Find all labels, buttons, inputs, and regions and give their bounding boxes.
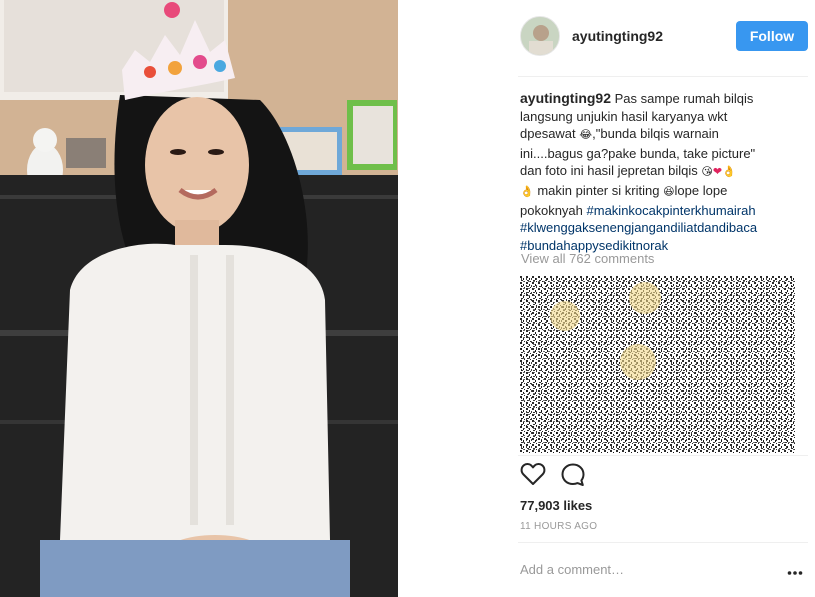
add-comment-input[interactable] [520,558,780,580]
grin-emoji-icon: 😆 [663,185,675,198]
photo-illustration [0,0,398,597]
caption-text: langsung unjukin hasil karyanya wkt [520,108,728,124]
speech-bubble-icon [561,463,585,486]
laugh-emoji-icon: 😂 [579,129,593,142]
caption-line: 👌 makin pinter si kriting 😆lope lope [520,182,788,202]
ok-hand-emoji-icon: 👌 [520,185,534,198]
avatar-image [521,17,559,55]
post-header: ayutingting92 Follow [520,16,808,60]
caption-line: dan foto ini hasil jepretan bilqis 😘❤👌 [520,162,788,182]
post-timestamp[interactable]: 11 HOURS AGO [520,521,597,532]
caption-text: ini....bagus ga?pake bunda, take picture… [520,145,756,161]
caption-text: pokoknyah [520,202,583,218]
caption-username[interactable]: ayutingting92 [520,90,611,106]
caption-text: dan foto ini hasil jepretan bilqis [520,163,698,179]
comments-noise [520,276,795,453]
caption-text: lope lope [674,182,728,198]
hashtag-link[interactable]: #makinkocakpinterkhumairah [587,203,756,218]
kiss-emoji-icon: 😘 [701,166,713,179]
post-side-panel: ayutingting92 Follow ayutingting92 Pas s… [398,0,815,597]
caption-text: dpesawat [520,126,576,142]
heart-icon [520,463,546,485]
view-all-comments-link[interactable]: View all 762 comments [521,251,654,266]
avatar[interactable] [520,16,560,56]
caption-line: #klwenggaksenengjangandiliatdandibaca [520,219,788,237]
caption-line: dpesawat 😂,"bunda bilqis warnain [520,125,788,145]
actions-divider [518,455,808,456]
comment-button[interactable] [560,462,588,490]
like-button[interactable] [520,462,548,490]
header-divider [518,76,808,77]
post-caption: ayutingting92 Pas sampe rumah bilqis lan… [520,90,788,254]
caption-line: langsung unjukin hasil karyanya wkt [520,108,788,126]
caption-line: ayutingting92 Pas sampe rumah bilqis [520,90,788,108]
likes-count[interactable]: 77,903 likes [520,498,592,513]
caption-line: ini....bagus ga?pake bunda, take picture… [520,145,788,163]
caption-line: pokoknyah #makinkocakpinterkhumairah [520,202,788,220]
more-options-icon [787,571,803,575]
caption-text: Pas sampe rumah bilqis [614,91,754,106]
header-username[interactable]: ayutingting92 [572,28,663,44]
heart-emoji-icon: ❤ [712,166,723,179]
follow-button[interactable]: Follow [736,21,808,51]
obscured-comments-region [520,276,795,453]
ok-hand-emoji-icon: 👌 [722,166,736,179]
hashtag-link[interactable]: #klwenggaksenengjangandiliatdandibaca [520,220,757,235]
caption-text: ,"bunda bilqis warnain [592,126,719,142]
caption-text: makin pinter si kriting [537,182,660,198]
post-photo[interactable] [0,0,398,597]
comment-divider [518,542,808,543]
more-options-button[interactable] [787,563,803,575]
